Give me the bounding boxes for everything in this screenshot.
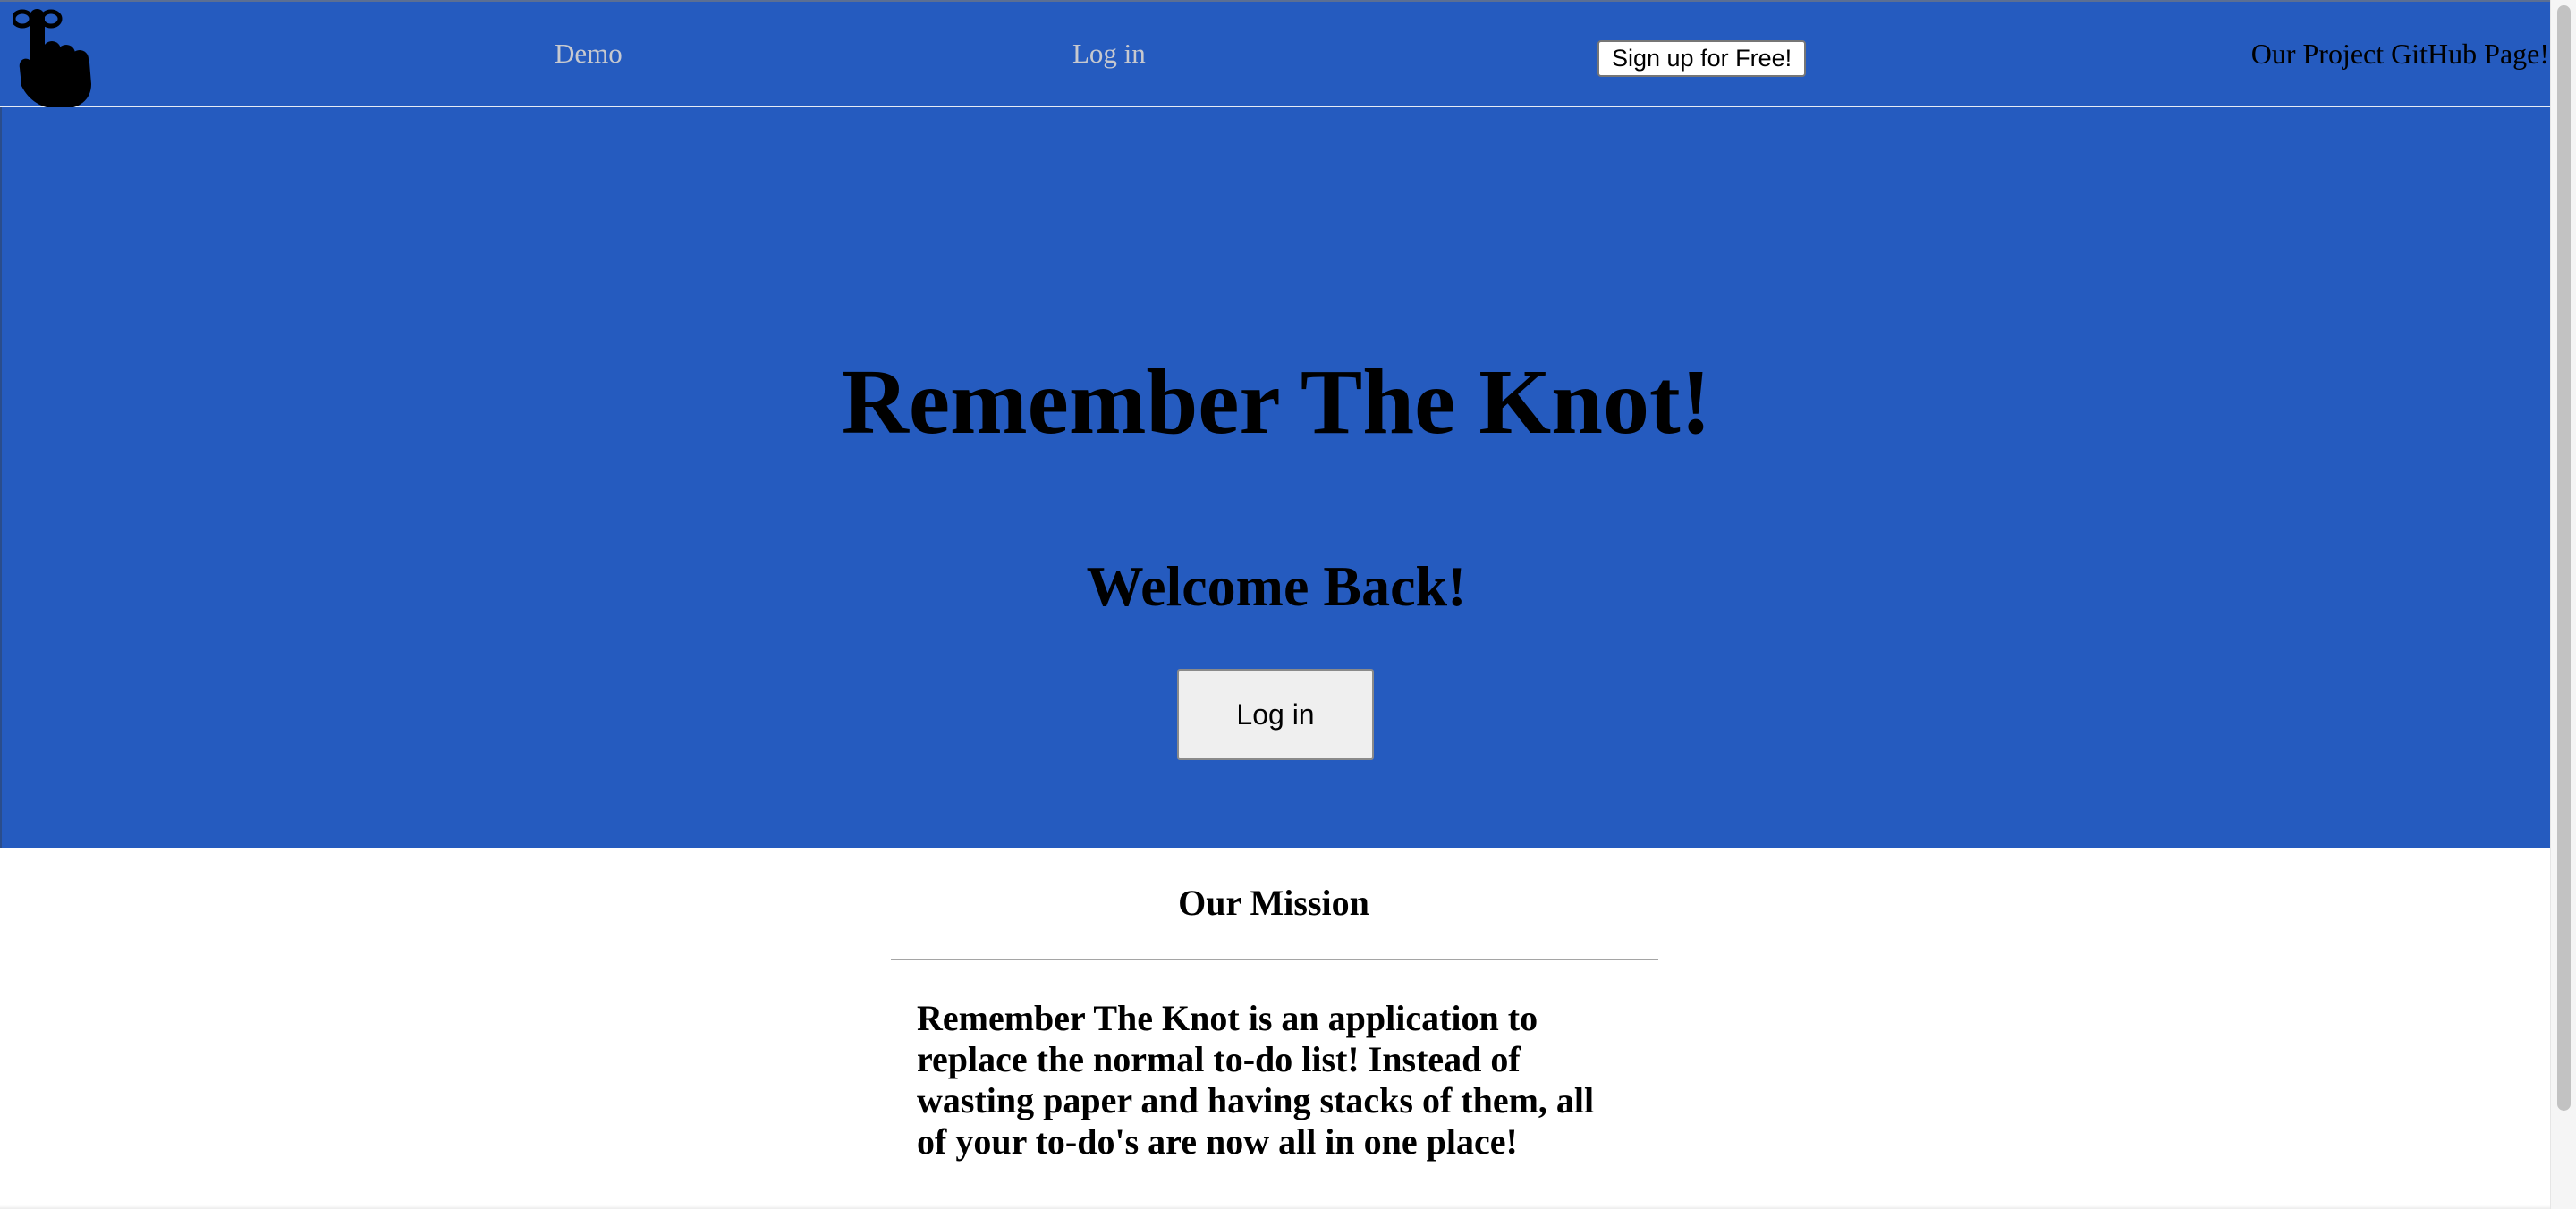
- hero-title: Remember The Knot!: [841, 351, 1712, 453]
- nav-login-link[interactable]: Log in: [1072, 38, 1146, 70]
- page-viewport: Demo Log in Sign up for Free! Our Projec…: [0, 0, 2551, 1209]
- tied-finger-hand-icon[interactable]: [13, 4, 95, 109]
- github-page-link[interactable]: Our Project GitHub Page!: [2251, 38, 2549, 70]
- mission-text: Remember The Knot is an application to r…: [917, 998, 1595, 1162]
- vertical-scrollbar[interactable]: [2550, 0, 2576, 1209]
- mission-heading: Our Mission: [1178, 883, 1369, 923]
- nav-demo-link[interactable]: Demo: [555, 38, 623, 70]
- signup-button[interactable]: Sign up for Free!: [1597, 40, 1807, 77]
- scrollbar-thumb[interactable]: [2557, 5, 2571, 1111]
- top-navbar: Demo Log in Sign up for Free! Our Projec…: [0, 0, 2551, 109]
- hero-login-button[interactable]: Log in: [1177, 669, 1374, 760]
- bottom-shade: [0, 1205, 2551, 1209]
- mission-divider: [891, 959, 1658, 960]
- mission-section: Our Mission Remember The Knot is an appl…: [0, 848, 2551, 1209]
- hero-section: Remember The Knot! Welcome Back! Log in: [0, 107, 2551, 848]
- hero-subtitle: Welcome Back!: [1086, 554, 1467, 618]
